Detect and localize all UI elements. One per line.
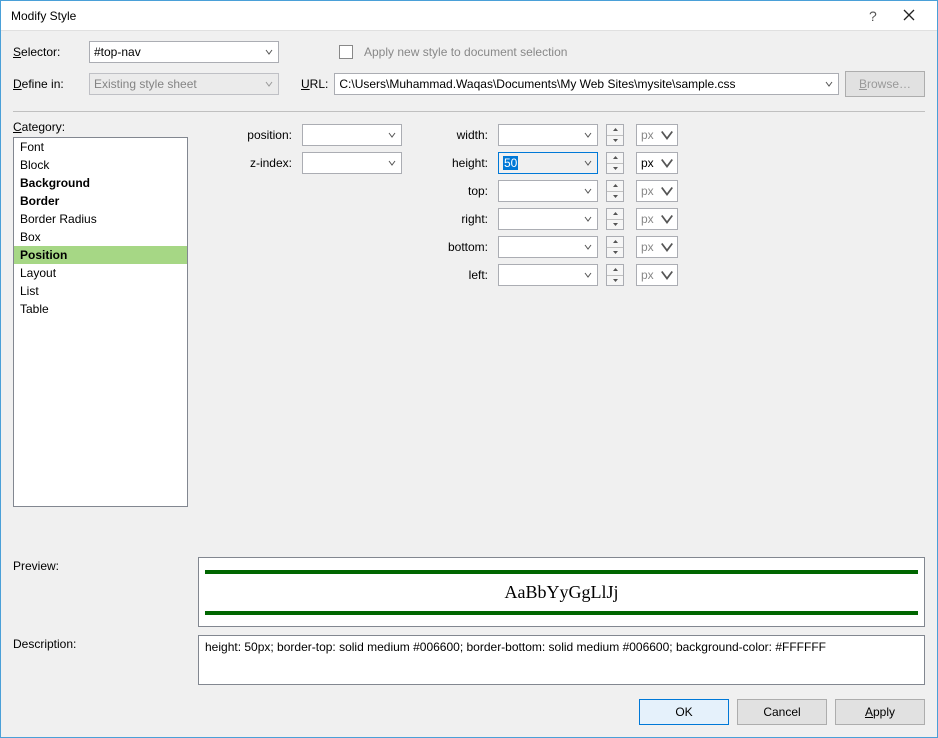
width-unit (636, 124, 676, 146)
top-spinner[interactable] (606, 180, 624, 202)
bottom-spinner[interactable] (606, 236, 624, 258)
category-item-position[interactable]: Position (14, 246, 187, 264)
spin-up-icon[interactable] (607, 209, 623, 220)
bottom-combo[interactable] (498, 236, 598, 258)
position-combo[interactable] (302, 124, 402, 146)
height-spinner[interactable] (606, 152, 624, 174)
bottom-unit (636, 236, 676, 258)
right-field-label: right: (410, 212, 490, 226)
ok-button[interactable]: OK (639, 699, 729, 725)
spin-down-icon[interactable] (607, 220, 623, 230)
spin-up-icon[interactable] (607, 153, 623, 164)
cancel-button[interactable]: Cancel (737, 699, 827, 725)
browse-button: Browse… (845, 71, 925, 97)
preview-box: AaBbYyGgLlJj (198, 557, 925, 627)
spin-down-icon[interactable] (607, 136, 623, 146)
right-combo[interactable] (498, 208, 598, 230)
category-label: Category: (13, 120, 188, 134)
category-item-border-radius[interactable]: Border Radius (14, 210, 187, 228)
category-item-list[interactable]: List (14, 282, 187, 300)
height-unit[interactable] (636, 152, 676, 174)
left-unit (636, 264, 676, 286)
help-icon[interactable]: ? (869, 8, 889, 24)
category-item-background[interactable]: Background (14, 174, 187, 192)
category-item-layout[interactable]: Layout (14, 264, 187, 282)
spin-down-icon[interactable] (607, 164, 623, 174)
spin-up-icon[interactable] (607, 181, 623, 192)
zindex-field-label: z-index: (204, 156, 294, 170)
preview-label: Preview: (13, 557, 198, 627)
url-label: URL: (301, 77, 328, 91)
left-combo[interactable] (498, 264, 598, 286)
right-unit (636, 208, 676, 230)
spin-up-icon[interactable] (607, 125, 623, 136)
top-field-label: top: (410, 184, 490, 198)
height-field-label: height: (410, 156, 490, 170)
spin-down-icon[interactable] (607, 192, 623, 202)
url-combo[interactable]: C:\Users\Muhammad.Waqas\Documents\My Web… (334, 73, 839, 95)
position-form: position: width: z-index: height: 50 top: righ… (204, 120, 925, 549)
category-list[interactable]: FontBlockBackgroundBorderBorder RadiusBo… (13, 137, 188, 507)
dialog-title: Modify Style (11, 9, 869, 23)
top-unit (636, 180, 676, 202)
bottom-field-label: bottom: (410, 240, 490, 254)
category-item-box[interactable]: Box (14, 228, 187, 246)
category-item-border[interactable]: Border (14, 192, 187, 210)
right-spinner[interactable] (606, 208, 624, 230)
close-icon[interactable] (889, 8, 929, 24)
top-combo[interactable] (498, 180, 598, 202)
zindex-combo[interactable] (302, 152, 402, 174)
spin-up-icon[interactable] (607, 265, 623, 276)
description-box: height: 50px; border-top: solid medium #… (198, 635, 925, 685)
left-spinner[interactable] (606, 264, 624, 286)
selector-combo[interactable]: #top-nav (89, 41, 279, 63)
apply-new-checkbox[interactable] (339, 45, 353, 59)
apply-new-label: Apply new style to document selection (364, 45, 567, 59)
description-label: Description: (13, 635, 198, 685)
category-item-font[interactable]: Font (14, 138, 187, 156)
width-combo[interactable] (498, 124, 598, 146)
category-item-table[interactable]: Table (14, 300, 187, 318)
category-item-block[interactable]: Block (14, 156, 187, 174)
separator (13, 111, 925, 112)
spin-down-icon[interactable] (607, 276, 623, 286)
define-in-label: Define in: (13, 77, 83, 91)
width-spinner[interactable] (606, 124, 624, 146)
spin-down-icon[interactable] (607, 248, 623, 258)
titlebar: Modify Style ? (1, 1, 937, 31)
apply-button[interactable]: Apply (835, 699, 925, 725)
width-field-label: width: (410, 128, 490, 142)
selector-label: Selector: (13, 45, 83, 59)
preview-sample-text: AaBbYyGgLlJj (205, 570, 918, 615)
left-field-label: left: (410, 268, 490, 282)
spin-up-icon[interactable] (607, 237, 623, 248)
modify-style-dialog: Modify Style ? Selector: #top-nav Apply … (0, 0, 938, 738)
apply-label: Apply (865, 705, 895, 719)
define-in-combo: Existing style sheet (89, 73, 279, 95)
position-field-label: position: (204, 128, 294, 142)
height-combo[interactable]: 50 (498, 152, 598, 174)
